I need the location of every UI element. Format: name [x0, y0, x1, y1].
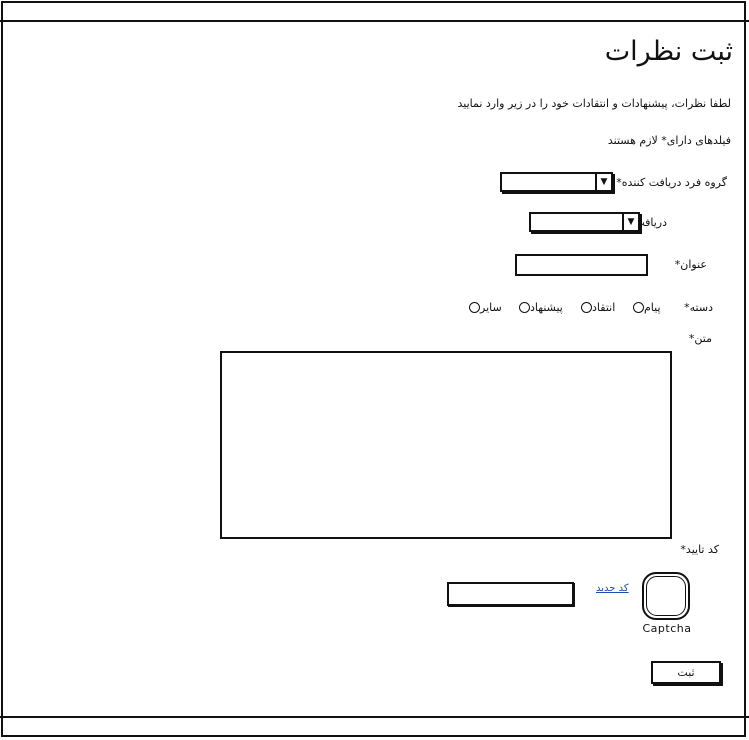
text-label: متن*	[688, 332, 712, 345]
required-fields-note: فیلدهای دارای* لازم هستند	[607, 134, 731, 147]
header-divider	[0, 20, 749, 22]
captcha-inner-frame	[646, 576, 686, 616]
subject-input[interactable]	[515, 254, 648, 276]
recipient-select[interactable]: ▼	[529, 212, 640, 232]
instructions-text: لطفا نظرات، پیشنهادات و انتقادات خود را …	[457, 97, 731, 110]
radio-circle-icon[interactable]	[469, 302, 480, 313]
captcha-label: کد تایید*	[680, 543, 719, 556]
footer-divider	[0, 716, 749, 718]
category-radio-message[interactable]: پیام	[629, 301, 661, 314]
captcha-image-label: Captcha	[642, 622, 692, 635]
recipient-group-select[interactable]: ▼	[500, 172, 613, 192]
category-radio-suggestion[interactable]: پیشنهاد	[515, 301, 563, 314]
chevron-down-icon[interactable]: ▼	[595, 174, 611, 190]
category-radio-criticism[interactable]: انتقاد	[577, 301, 615, 314]
category-option-label: سایر	[480, 301, 502, 314]
recipient-group-label: گروه فرد دریافت کننده*	[616, 176, 727, 189]
submit-button[interactable]: ثبت	[651, 661, 721, 684]
category-label: دسته*	[684, 301, 713, 314]
captcha-image: Captcha	[640, 570, 694, 636]
radio-circle-icon[interactable]	[581, 302, 592, 313]
subject-label: عنوان*	[674, 258, 707, 271]
category-radio-other[interactable]: سایر	[465, 301, 502, 314]
page-title: ثبت نظرات	[604, 36, 733, 67]
new-captcha-link[interactable]: کد جدید	[596, 583, 629, 594]
category-option-label: انتقاد	[592, 301, 616, 314]
message-textarea[interactable]	[220, 351, 672, 539]
radio-circle-icon[interactable]	[633, 302, 644, 313]
category-option-label: پیام	[644, 301, 661, 314]
radio-circle-icon[interactable]	[519, 302, 530, 313]
category-option-label: پیشنهاد	[530, 301, 563, 314]
captcha-input[interactable]	[447, 582, 574, 606]
chevron-down-icon[interactable]: ▼	[622, 214, 638, 230]
